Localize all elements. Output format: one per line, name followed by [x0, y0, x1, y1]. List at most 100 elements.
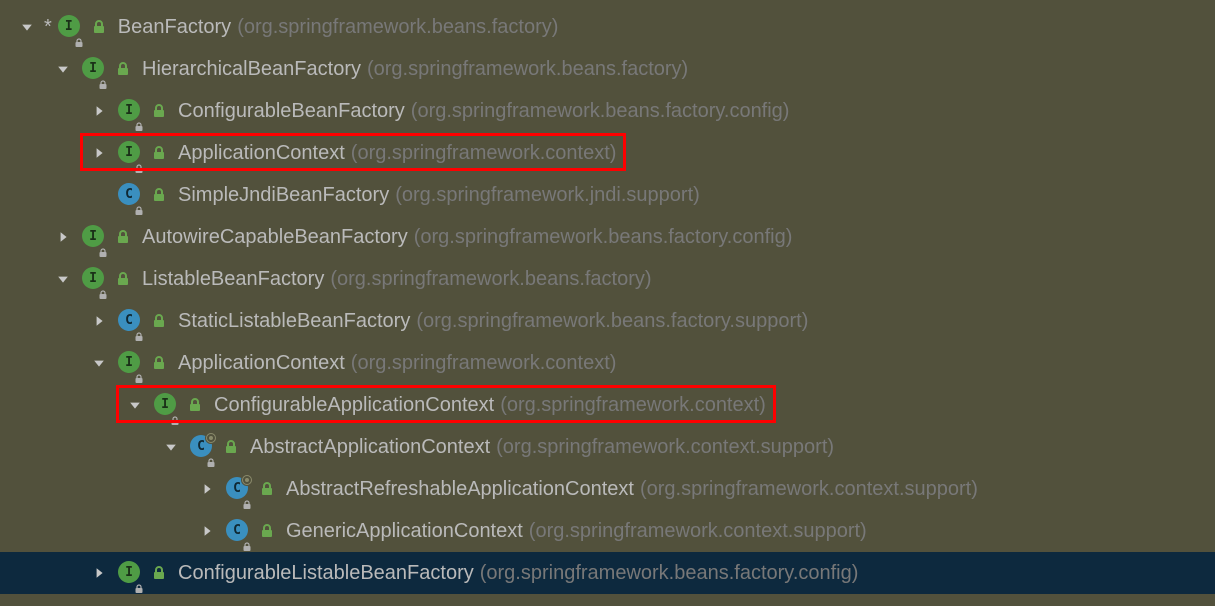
tree-row[interactable]: C SimpleJndiBeanFactory (org.springframewo…: [0, 174, 1215, 216]
tree-row[interactable]: C AbstractRefreshableApplicationContext (o…: [0, 468, 1215, 510]
package-label: (org.springframework.context): [500, 394, 766, 417]
class-icon: C: [190, 435, 214, 459]
lock-icon: [114, 270, 132, 288]
tree-row[interactable]: I ListableBeanFactory (org.springframework…: [0, 258, 1215, 300]
expand-arrow-right-icon[interactable]: [198, 522, 216, 540]
class-icon: C: [118, 309, 142, 333]
lock-icon: [114, 60, 132, 78]
expand-arrow-down-icon[interactable]: [90, 354, 108, 372]
abstract-overlay-icon: [241, 474, 253, 486]
interface-icon: I: [82, 267, 106, 291]
lock-icon: [90, 18, 108, 36]
tree-row[interactable]: I AutowireCapableBeanFactory (org.springfr…: [0, 216, 1215, 258]
expand-arrow-down-icon[interactable]: [162, 438, 180, 456]
lock-icon: [150, 144, 168, 162]
visibility-lock-icon: [98, 241, 108, 251]
visibility-lock-icon: [98, 283, 108, 293]
package-label: (org.springframework.context.support): [529, 520, 867, 543]
expand-arrow-right-icon[interactable]: [198, 480, 216, 498]
tree-row[interactable]: * I BeanFactory (org.springframework.beans.…: [0, 6, 1215, 48]
interface-icon: I: [82, 225, 106, 249]
tree-row[interactable]: I ConfigurableListableBeanFactory (org.spr…: [0, 552, 1215, 594]
interface-icon: I: [118, 99, 142, 123]
interface-icon: I: [118, 561, 142, 585]
type-name: AbstractApplicationContext: [250, 436, 490, 459]
visibility-lock-icon: [242, 493, 252, 503]
package-label: (org.springframework.beans.factory): [367, 58, 688, 81]
lock-icon: [186, 396, 204, 414]
lock-icon: [150, 312, 168, 330]
class-icon: C: [226, 477, 250, 501]
type-name: ConfigurableBeanFactory: [178, 100, 405, 123]
type-name: ListableBeanFactory: [142, 268, 324, 291]
lock-icon: [150, 354, 168, 372]
package-label: (org.springframework.beans.factory.confi…: [414, 226, 793, 249]
type-name: AbstractRefreshableApplicationContext: [286, 478, 634, 501]
tree-row[interactable]: I HierarchicalBeanFactory (org.springframe…: [0, 48, 1215, 90]
type-name: HierarchicalBeanFactory: [142, 58, 361, 81]
expand-arrow-down-icon[interactable]: [54, 60, 72, 78]
tree-row[interactable]: C AbstractApplicationContext (org.springfr…: [0, 426, 1215, 468]
type-name: SimpleJndiBeanFactory: [178, 184, 389, 207]
visibility-lock-icon: [74, 31, 84, 41]
root-marker: *: [44, 16, 52, 39]
visibility-lock-icon: [242, 535, 252, 545]
package-label: (org.springframework.beans.factory.confi…: [411, 100, 790, 123]
expand-arrow-right-icon[interactable]: [54, 228, 72, 246]
interface-icon: I: [118, 141, 142, 165]
package-label: (org.springframework.beans.factory.suppo…: [416, 310, 808, 333]
lock-icon: [150, 102, 168, 120]
type-name: ApplicationContext: [178, 352, 345, 375]
interface-icon: I: [154, 393, 178, 417]
tree-row[interactable]: I ApplicationContext (org.springframework.…: [0, 342, 1215, 384]
type-name: GenericApplicationContext: [286, 520, 523, 543]
class-icon: C: [226, 519, 250, 543]
expand-arrow-right-icon[interactable]: [90, 144, 108, 162]
expand-arrow-right-icon[interactable]: [90, 312, 108, 330]
package-label: (org.springframework.beans.factory): [330, 268, 651, 291]
lock-icon: [150, 564, 168, 582]
type-name: AutowireCapableBeanFactory: [142, 226, 408, 249]
visibility-lock-icon: [134, 115, 144, 125]
lock-icon: [258, 480, 276, 498]
expand-arrow-right-icon[interactable]: [90, 102, 108, 120]
expand-arrow-down-icon[interactable]: [126, 396, 144, 414]
visibility-lock-icon: [134, 367, 144, 377]
interface-icon: I: [58, 15, 82, 39]
visibility-lock-icon: [98, 73, 108, 83]
tree-row[interactable]: C GenericApplicationContext (org.springfra…: [0, 510, 1215, 552]
visibility-lock-icon: [134, 577, 144, 587]
package-label: (org.springframework.jndi.support): [395, 184, 700, 207]
class-icon: C: [118, 183, 142, 207]
visibility-lock-icon: [170, 409, 180, 419]
tree-row[interactable]: I ApplicationContext (org.springframework.…: [0, 132, 1215, 174]
package-label: (org.springframework.context.support): [496, 436, 834, 459]
type-name: ConfigurableApplicationContext: [214, 394, 494, 417]
package-label: (org.springframework.beans.factory.confi…: [480, 562, 859, 585]
visibility-lock-icon: [206, 451, 216, 461]
type-name: StaticListableBeanFactory: [178, 310, 410, 333]
expand-arrow-right-icon[interactable]: [90, 564, 108, 582]
type-name: ApplicationContext: [178, 142, 345, 165]
expand-arrow-down-icon[interactable]: [54, 270, 72, 288]
abstract-overlay-icon: [205, 432, 217, 444]
package-label: (org.springframework.context): [351, 352, 617, 375]
package-label: (org.springframework.context.support): [640, 478, 978, 501]
interface-icon: I: [118, 351, 142, 375]
visibility-lock-icon: [134, 199, 144, 209]
lock-icon: [114, 228, 132, 246]
visibility-lock-icon: [134, 325, 144, 335]
interface-icon: I: [82, 57, 106, 81]
package-label: (org.springframework.beans.factory): [237, 16, 558, 39]
tree-row[interactable]: I ConfigurableApplicationContext (org.spri…: [0, 384, 1215, 426]
type-name: BeanFactory: [118, 16, 231, 39]
expand-arrow-down-icon[interactable]: [18, 18, 36, 36]
type-name: ConfigurableListableBeanFactory: [178, 562, 474, 585]
tree-row[interactable]: I ConfigurableBeanFactory (org.springframe…: [0, 90, 1215, 132]
tree-row[interactable]: C StaticListableBeanFactory (org.springfra…: [0, 300, 1215, 342]
visibility-lock-icon: [134, 157, 144, 167]
lock-icon: [150, 186, 168, 204]
lock-icon: [258, 522, 276, 540]
package-label: (org.springframework.context): [351, 142, 617, 165]
lock-icon: [222, 438, 240, 456]
